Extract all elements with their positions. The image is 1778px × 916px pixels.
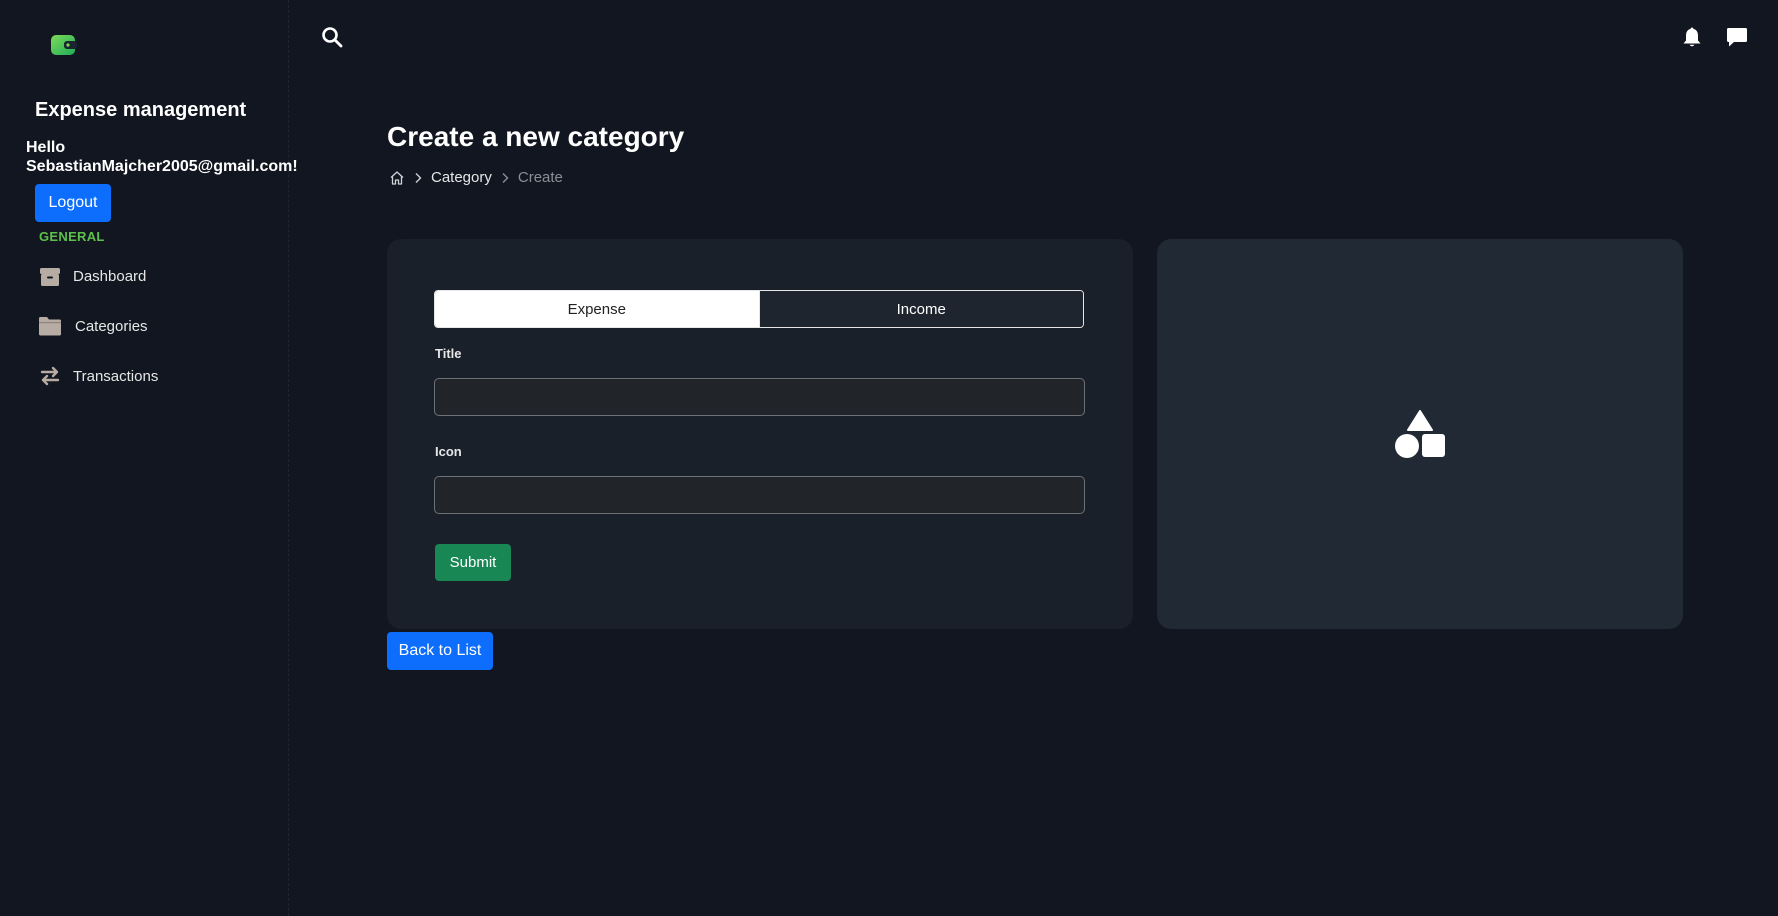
nav-section-general: GENERAL [39, 229, 105, 244]
icon-input[interactable] [434, 476, 1085, 514]
breadcrumb-category[interactable]: Category [431, 169, 492, 186]
icon-label: Icon [435, 444, 462, 459]
page-title: Create a new category [387, 121, 685, 152]
chevron-right-icon [500, 172, 510, 184]
search-icon[interactable] [321, 26, 343, 48]
breadcrumb: Category Create [389, 169, 563, 186]
sidebar: Expense management Hello SebastianMajche… [0, 0, 298, 916]
title-label: Title [435, 346, 462, 361]
greeting-hello: Hello [26, 139, 66, 156]
sidebar-item-label: Transactions [73, 367, 159, 385]
logout-button[interactable]: Logout [35, 184, 111, 222]
shapes-icon [1394, 409, 1446, 459]
app-title: Expense management [35, 99, 247, 121]
bell-icon[interactable] [1682, 26, 1702, 48]
user-greeting: Hello SebastianMajcher2005@gmail.com! [26, 138, 298, 176]
sidebar-item-label: Dashboard [73, 267, 147, 285]
sidebar-item-label: Categories [75, 317, 148, 335]
arrows-exchange-icon [38, 364, 62, 388]
home-icon[interactable] [389, 170, 405, 186]
submit-button[interactable]: Submit [435, 544, 511, 581]
toggle-income[interactable]: Income [758, 291, 1083, 327]
sidebar-item-dashboard[interactable]: Dashboard [38, 262, 146, 290]
category-form-card: Expense Income Title Icon Submit [387, 239, 1133, 629]
toggle-expense[interactable]: Expense [435, 291, 759, 327]
title-input[interactable] [434, 378, 1085, 416]
category-type-toggle: Expense Income [434, 290, 1084, 328]
wallet-logo-icon[interactable] [51, 35, 77, 55]
icon-preview-card [1157, 239, 1683, 629]
back-to-list-button[interactable]: Back to List [387, 632, 493, 670]
breadcrumb-create: Create [517, 169, 563, 186]
box-icon [38, 264, 62, 288]
folder-icon [38, 314, 62, 338]
sidebar-item-transactions[interactable]: Transactions [38, 362, 158, 390]
greeting-email: SebastianMajcher2005@gmail.com! [26, 158, 298, 175]
chevron-right-icon [413, 172, 423, 184]
chat-icon[interactable] [1726, 26, 1748, 48]
sidebar-item-categories[interactable]: Categories [38, 312, 148, 340]
